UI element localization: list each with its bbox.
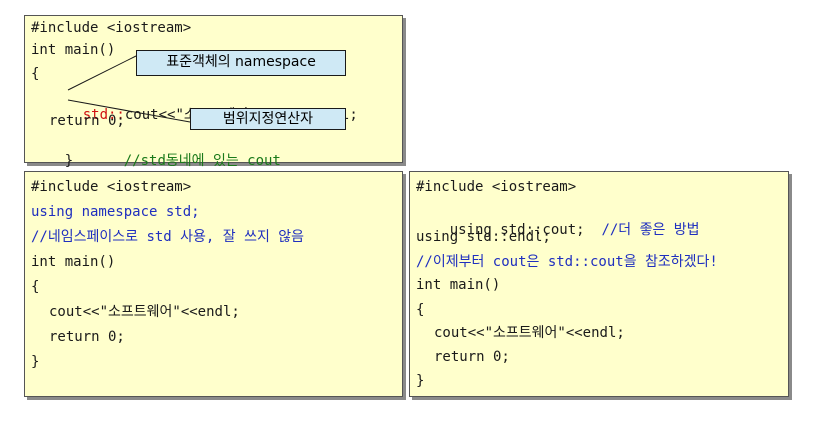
code-line-main: int main(): [416, 277, 501, 293]
code-line-comment: //이제부터 cout은 std::cout을 참조하겠다!: [416, 254, 718, 270]
code-line-using-endl: using std::endl;: [416, 229, 551, 245]
code-line-using-namespace: using namespace std;: [31, 204, 200, 220]
code-line-close-brace: }: [416, 373, 425, 389]
code-line-main: int main(): [31, 254, 116, 270]
code-line-return: return 0;: [434, 349, 510, 365]
code-line-open-brace: {: [416, 302, 425, 318]
code-line-close-brace: }: [31, 354, 40, 370]
code-line-cout: cout<<"소프트웨어"<<endl;: [434, 325, 625, 341]
code-line-comment: //네임스페이스로 std 사용, 잘 쓰지 않음: [31, 229, 305, 245]
code-line-cout: cout<<"소프트웨어"<<endl;: [49, 304, 240, 320]
better-way-comment: //더 좋은 방법: [601, 222, 700, 238]
callout-scope-operator: 범위지정연산자: [190, 108, 346, 130]
left-code-box: #include <iostream> using namespace std;…: [24, 171, 403, 397]
callout-namespace: 표준객체의 namespace: [136, 50, 346, 76]
code-line-return: return 0;: [49, 329, 125, 345]
code-line-include: #include <iostream>: [31, 179, 192, 195]
code-line-include: #include <iostream>: [416, 179, 577, 195]
code-line-open-brace: {: [31, 279, 40, 295]
right-code-box: #include <iostream> using std::cout; //더…: [409, 171, 789, 397]
